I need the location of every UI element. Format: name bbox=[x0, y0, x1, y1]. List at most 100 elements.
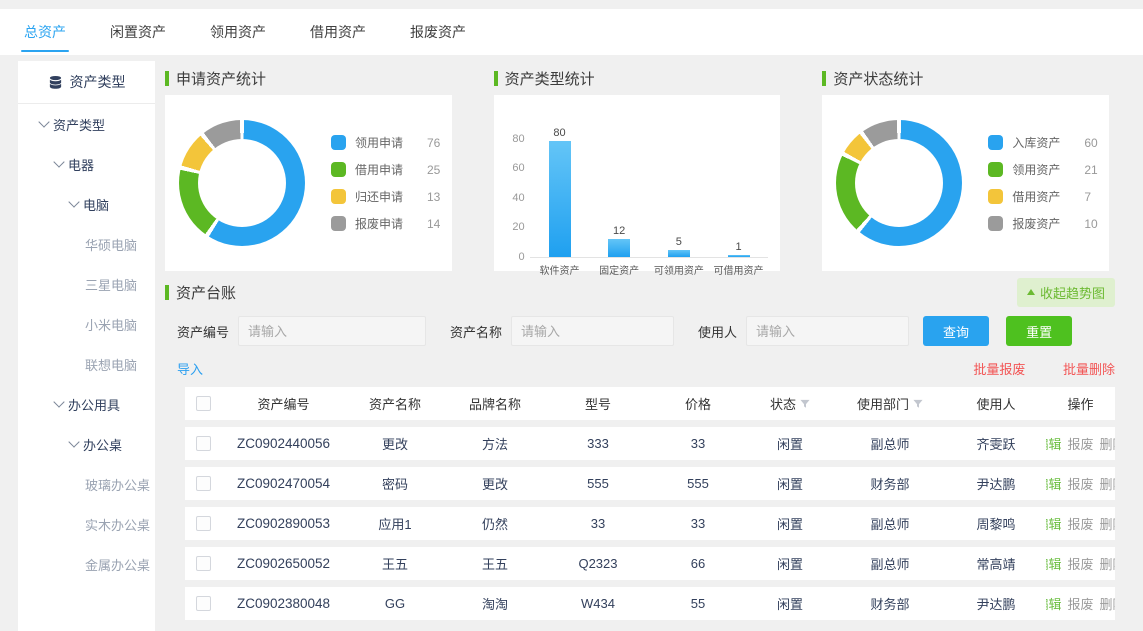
table-body: ZC0902440056更改方法33333闲置副总师齐雯跃编辑报废删除ZC090… bbox=[185, 427, 1115, 620]
row-action-报废[interactable]: 报废 bbox=[1068, 594, 1094, 613]
table-row: ZC0902470054密码更改555555闲置财务部尹达鹏编辑报废删除 bbox=[185, 467, 1115, 500]
cell-code: ZC0902890053 bbox=[221, 516, 346, 531]
tree-item-三星电脑[interactable]: 三星电脑 bbox=[18, 264, 155, 304]
row-action-编辑[interactable]: 编辑 bbox=[1046, 514, 1062, 533]
row-checkbox[interactable] bbox=[196, 516, 211, 531]
batch-actions: 批量报废 批量删除 bbox=[939, 359, 1115, 378]
asset-code-input[interactable] bbox=[238, 316, 426, 346]
tab-领用资产[interactable]: 领用资产 bbox=[210, 9, 266, 55]
batch-delete-link[interactable]: 批量删除 bbox=[1063, 362, 1115, 377]
row-action-编辑[interactable]: 编辑 bbox=[1046, 554, 1062, 573]
row-action-编辑[interactable]: 编辑 bbox=[1046, 434, 1062, 453]
tree-item-联想电脑[interactable]: 联想电脑 bbox=[18, 344, 155, 384]
tree-item-办公桌[interactable]: 办公桌 bbox=[18, 424, 155, 464]
bar bbox=[608, 239, 630, 257]
cell-user: 尹达鹏 bbox=[946, 594, 1046, 613]
bar-column-可借用资产: 1 bbox=[709, 127, 769, 257]
cell-actions: 编辑报废删除 bbox=[1046, 474, 1115, 493]
tree-item-资产类型[interactable]: 资产类型 bbox=[18, 104, 155, 144]
row-action-报废[interactable]: 报废 bbox=[1068, 434, 1094, 453]
batch-scrap-link[interactable]: 批量报废 bbox=[973, 362, 1025, 377]
tree-item-金属办公桌[interactable]: 金属办公桌 bbox=[18, 544, 155, 584]
cell-name: 密码 bbox=[346, 474, 444, 493]
tree-item-华硕电脑[interactable]: 华硕电脑 bbox=[18, 224, 155, 264]
cell-dept: 副总师 bbox=[834, 554, 946, 573]
column-header-资产编号: 资产编号 bbox=[221, 394, 346, 413]
tree-item-电器[interactable]: 电器 bbox=[18, 144, 155, 184]
row-checkbox[interactable] bbox=[196, 596, 211, 611]
cell-price: 55 bbox=[650, 596, 746, 611]
row-action-报废[interactable]: 报废 bbox=[1068, 554, 1094, 573]
tab-闲置资产[interactable]: 闲置资产 bbox=[110, 9, 166, 55]
row-action-删除[interactable]: 删除 bbox=[1100, 594, 1115, 613]
legend-label: 借用资产 bbox=[1012, 188, 1072, 205]
row-checkbox[interactable] bbox=[196, 476, 211, 491]
row-action-编辑[interactable]: 编辑 bbox=[1046, 474, 1062, 493]
column-header-价格: 价格 bbox=[650, 394, 746, 413]
row-action-报废[interactable]: 报废 bbox=[1068, 474, 1094, 493]
legend-value: 7 bbox=[1084, 190, 1091, 204]
row-checkbox[interactable] bbox=[196, 396, 211, 411]
cell-dept: 财务部 bbox=[834, 594, 946, 613]
tab-bar: 总资产 闲置资产领用资产借用资产报废资产 bbox=[0, 9, 1143, 55]
cell-code: ZC0902440056 bbox=[221, 436, 346, 451]
row-checkbox[interactable] bbox=[196, 556, 211, 571]
search-button[interactable]: 查询 bbox=[923, 316, 989, 346]
chevron-down-icon bbox=[68, 436, 79, 447]
legend-item-报废资产[interactable]: 报废资产10 bbox=[988, 210, 1097, 237]
row-action-删除[interactable]: 删除 bbox=[1100, 514, 1115, 533]
legend-swatch bbox=[331, 162, 346, 177]
reset-button[interactable]: 重置 bbox=[1006, 316, 1072, 346]
user-input[interactable] bbox=[746, 316, 909, 346]
legend-swatch bbox=[331, 135, 346, 150]
legend-item-借用资产[interactable]: 借用资产 7 bbox=[988, 183, 1097, 210]
cell-user: 尹达鹏 bbox=[946, 474, 1046, 493]
tab-报废资产[interactable]: 报废资产 bbox=[410, 9, 466, 55]
tree-item-label: 联想电脑 bbox=[85, 355, 137, 374]
row-action-删除[interactable]: 删除 bbox=[1100, 434, 1115, 453]
row-action-删除[interactable]: 删除 bbox=[1100, 474, 1115, 493]
row-action-报废[interactable]: 报废 bbox=[1068, 514, 1094, 533]
cell-dept: 副总师 bbox=[834, 514, 946, 533]
collapse-trend-button[interactable]: 收起趋势图 bbox=[1017, 278, 1115, 307]
tab-总资产[interactable]: 总资产 bbox=[24, 9, 66, 55]
legend-item-报废申请[interactable]: 报废申请14 bbox=[331, 210, 440, 237]
filter-funnel-icon[interactable] bbox=[913, 399, 923, 409]
legend-item-借用申请[interactable]: 借用申请25 bbox=[331, 156, 440, 183]
cell-actions: 编辑报废删除 bbox=[1046, 434, 1115, 453]
x-tick-label: 可借用资产 bbox=[709, 262, 769, 277]
cell-brand: 方法 bbox=[444, 434, 546, 453]
cell-status: 闲置 bbox=[746, 514, 834, 533]
bar-plot: 801251 bbox=[530, 127, 769, 258]
cell-model: W434 bbox=[546, 596, 650, 611]
tab-借用资产[interactable]: 借用资产 bbox=[310, 9, 366, 55]
type-stats-card: 020406080 801251 软件资产固定资产可领用资产可借用资产 bbox=[494, 95, 781, 271]
tree-item-小米电脑[interactable]: 小米电脑 bbox=[18, 304, 155, 344]
cell-dept: 财务部 bbox=[834, 474, 946, 493]
user-label: 使用人 bbox=[698, 322, 737, 341]
table-row: ZC0902440056更改方法33333闲置副总师齐雯跃编辑报废删除 bbox=[185, 427, 1115, 460]
legend-item-归还申请[interactable]: 归还申请13 bbox=[331, 183, 440, 210]
y-tick-label: 0 bbox=[519, 251, 525, 263]
legend-item-领用资产[interactable]: 领用资产21 bbox=[988, 156, 1097, 183]
row-action-编辑[interactable]: 编辑 bbox=[1046, 594, 1062, 613]
tree-item-实木办公桌[interactable]: 实木办公桌 bbox=[18, 504, 155, 544]
legend-item-入库资产[interactable]: 入库资产60 bbox=[988, 129, 1097, 156]
row-action-删除[interactable]: 删除 bbox=[1100, 554, 1115, 573]
import-link[interactable]: 导入 bbox=[177, 359, 203, 378]
ledger-title-text: 资产台账 bbox=[176, 282, 236, 303]
status-stats-title: 资产状态统计 bbox=[822, 61, 1109, 95]
asset-name-input[interactable] bbox=[511, 316, 674, 346]
cell-actions: 编辑报废删除 bbox=[1046, 554, 1115, 573]
legend-item-领用申请[interactable]: 领用申请76 bbox=[331, 129, 440, 156]
column-header-label: 资产名称 bbox=[369, 394, 421, 413]
filter-funnel-icon[interactable] bbox=[800, 399, 810, 409]
tree-item-label: 三星电脑 bbox=[85, 275, 137, 294]
tree-item-电脑[interactable]: 电脑 bbox=[18, 184, 155, 224]
tree-item-办公用具[interactable]: 办公用具 bbox=[18, 384, 155, 424]
tree-item-玻璃办公桌[interactable]: 玻璃办公桌 bbox=[18, 464, 155, 504]
column-header-型号: 型号 bbox=[546, 394, 650, 413]
row-checkbox[interactable] bbox=[196, 436, 211, 451]
cell-user: 常高靖 bbox=[946, 554, 1046, 573]
asset-name-label: 资产名称 bbox=[450, 322, 502, 341]
